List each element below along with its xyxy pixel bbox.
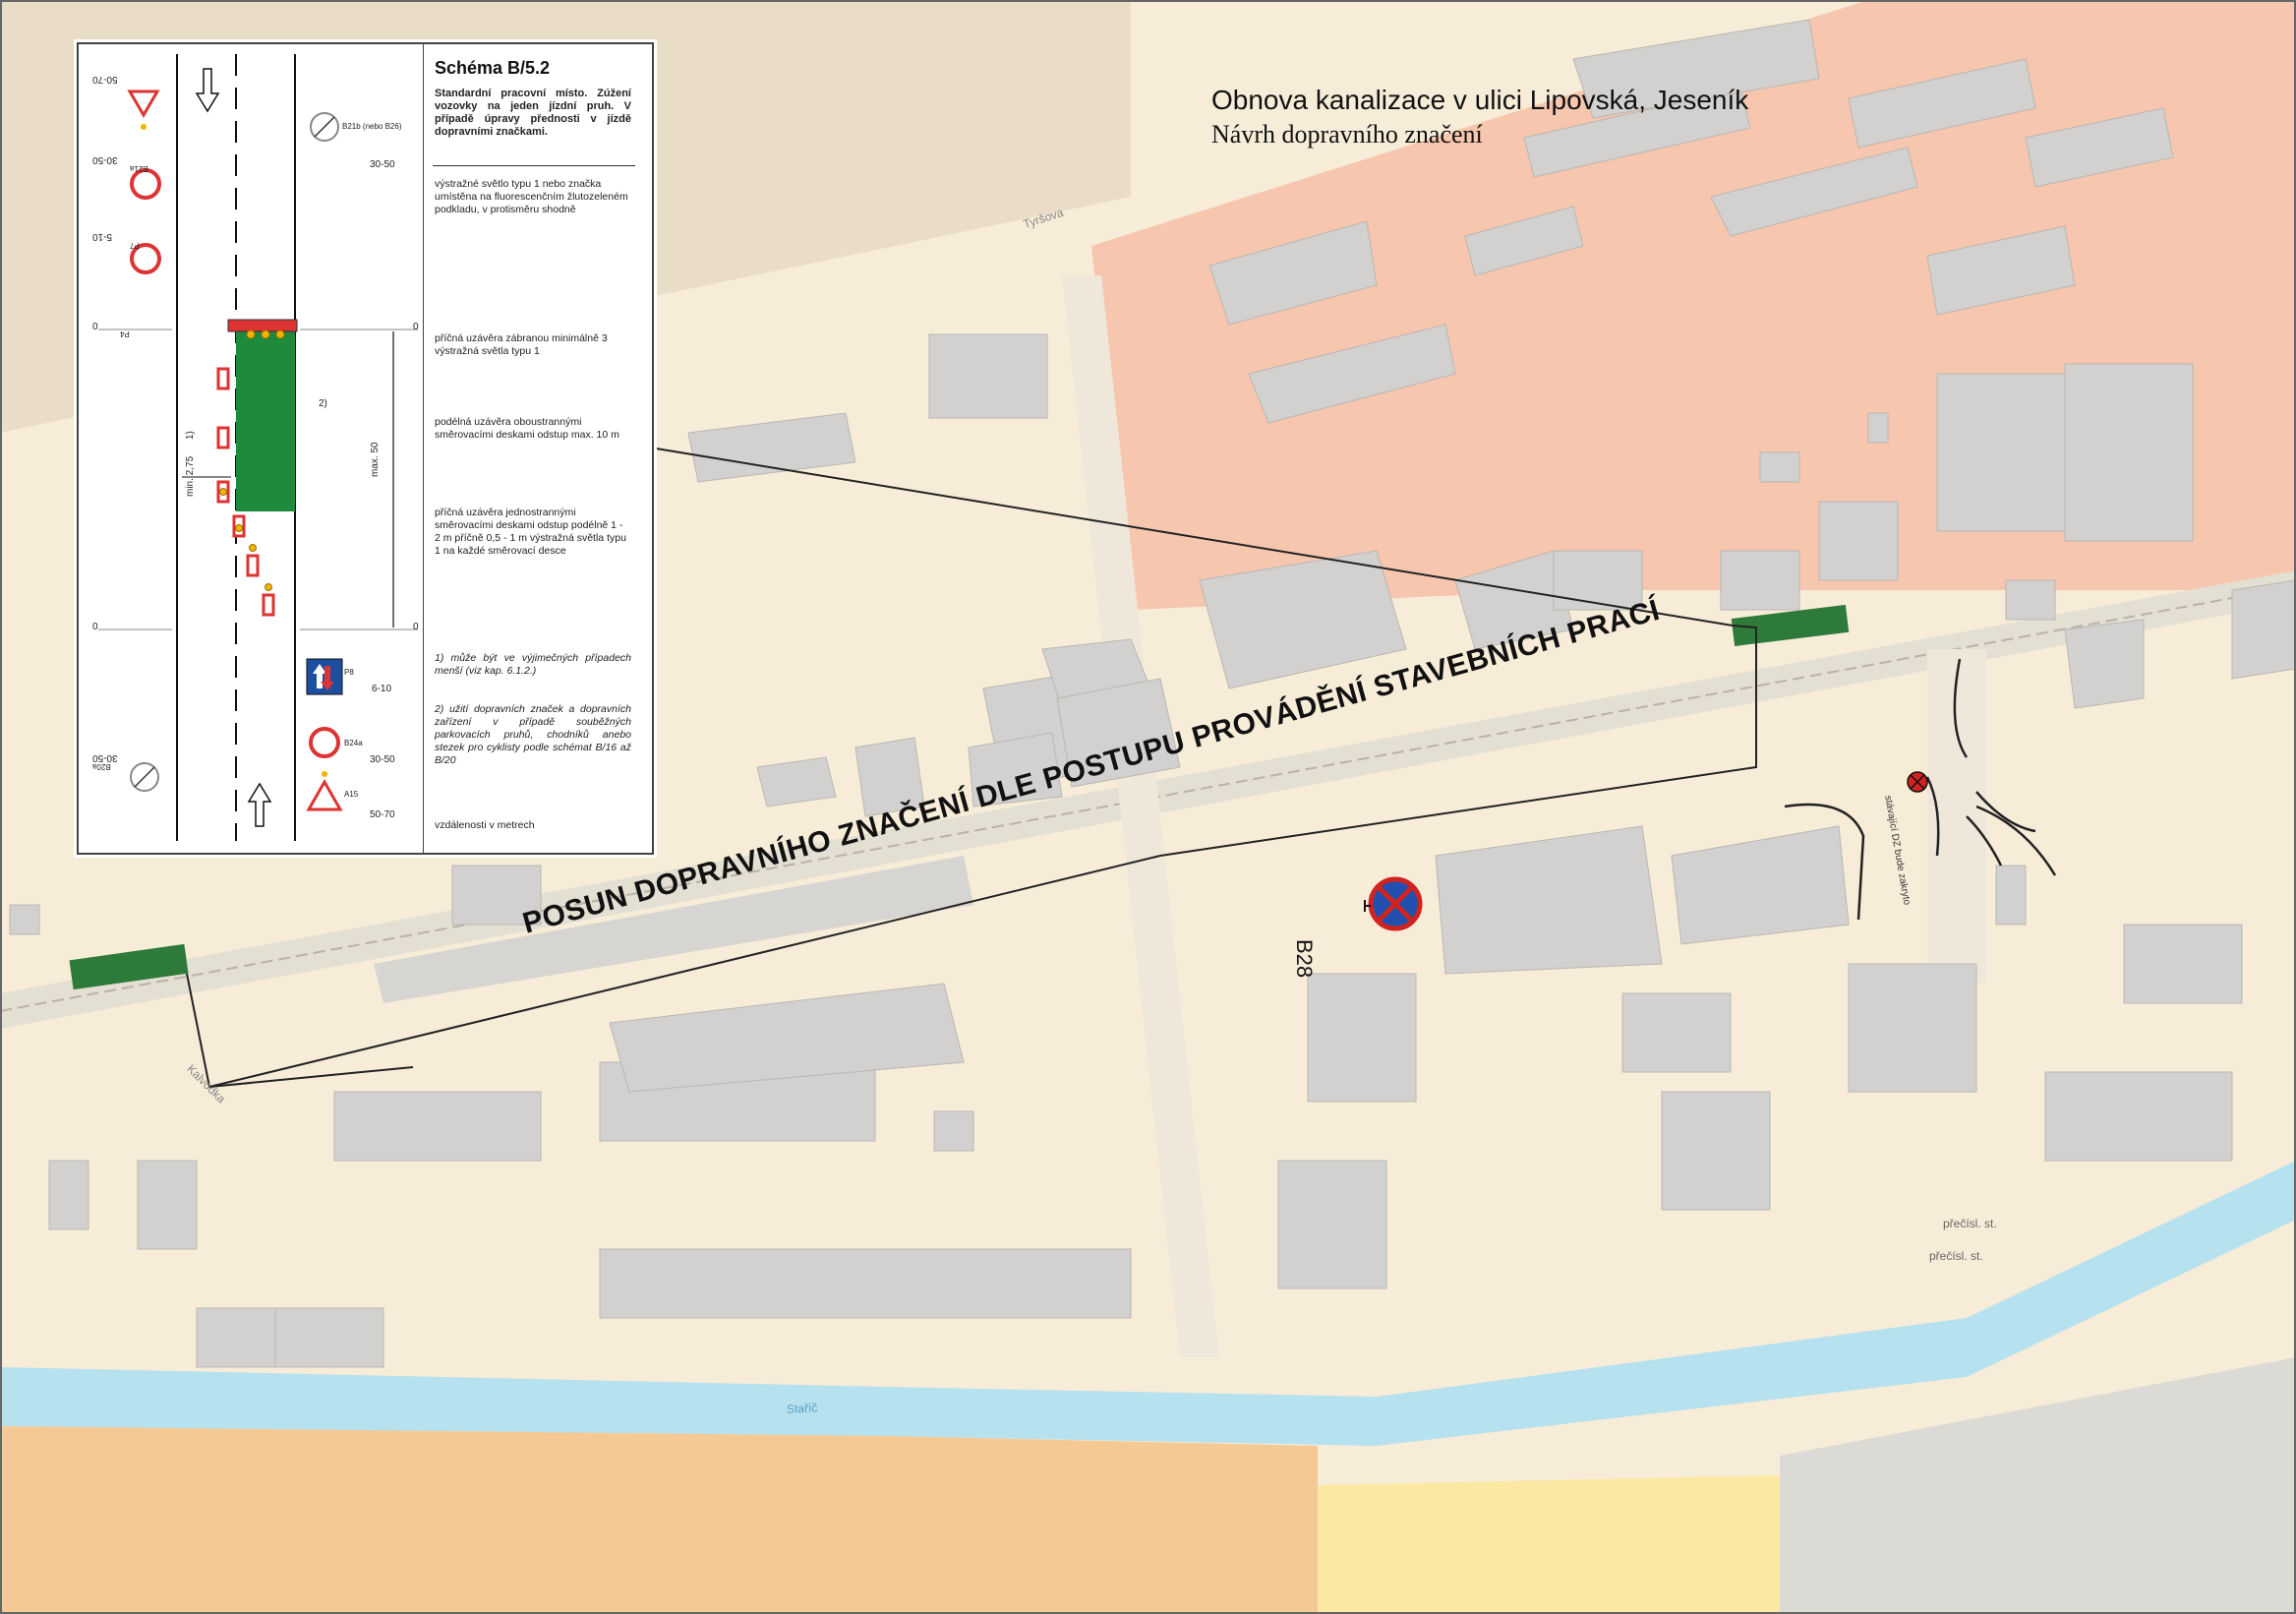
label-b21a: B21a (130, 164, 148, 173)
zero-left-bottom: 0 (92, 622, 98, 632)
schema-inset: Schéma B/5.2 Standardní pracovní místo. … (77, 42, 654, 855)
project-subtitle: Návrh dopravního značení (1211, 120, 1483, 149)
schema-note-longitudinal: podélná uzávěra oboustrannými směrovacím… (435, 416, 619, 441)
parcel-label-2: přečísl. st. (1929, 1249, 1983, 1263)
min-275: min. 2,75 (185, 455, 196, 497)
sign-code-label: B28 (1292, 939, 1317, 979)
schema-title: Schéma B/5.2 (435, 58, 551, 78)
direction-arrow-icon (195, 68, 220, 113)
schema-note-cross-barrier: příčná uzávěra zábranou minimálně 3 výst… (435, 332, 608, 357)
schema-divider (423, 44, 424, 853)
schema-subtitle: Standardní pracovní místo. Zúžení vozovk… (435, 88, 631, 138)
title-block: Obnova kanalizace v ulici Lipovská, Jese… (1211, 85, 1748, 149)
dist-b21b: 30-50 (370, 159, 395, 170)
lower-yellow-area (1318, 1475, 1780, 1614)
label-b21b: B21b (nebo B26) (342, 122, 402, 131)
dist-p8: 6-10 (372, 684, 392, 694)
label-b24a: B24a (344, 739, 363, 747)
schema-units-note: vzdálenosti v metrech (435, 819, 535, 831)
dist-left-b21a: 30-50 (92, 154, 118, 165)
schema-footnote-2: 2) užití dopravních značek a dopravních … (435, 703, 631, 766)
dist-left-p7: 5-10 (92, 231, 113, 242)
footnote-ref-1: 1) (185, 431, 196, 440)
zero-right-top: 0 (413, 322, 419, 332)
label-p8: P8 (344, 668, 354, 677)
dist-a15: 50-70 (370, 809, 395, 820)
narrowing-restriction-sign-icon (309, 727, 340, 758)
roadworks-sign-icon (306, 778, 343, 811)
dist-left-top: 50-70 (92, 74, 118, 85)
no-overtaking-sign-icon (130, 168, 161, 200)
zero-left-top: 0 (92, 322, 98, 332)
label-p7: P7 (130, 241, 140, 250)
parcel-label-1: přečísl. st. (1943, 1217, 1997, 1230)
max-50: max. 50 (370, 442, 381, 477)
schema-footnote-1: 1) může být ve výjimečných případech men… (435, 652, 631, 677)
dist-b24a: 30-50 (370, 754, 395, 765)
project-title: Obnova kanalizace v ulici Lipovská, Jese… (1211, 85, 1749, 115)
label-b20a: B20a (92, 762, 111, 771)
zero-right-bottom: 0 (413, 622, 419, 632)
label-a15: A15 (344, 790, 359, 799)
schema-rule (433, 165, 635, 166)
label-p4: P4 (120, 329, 130, 338)
side-road-right (1927, 649, 1986, 984)
schema-work-zone (236, 329, 295, 511)
direction-arrow-icon (247, 782, 272, 827)
river-label: Staříč (786, 1401, 818, 1416)
schema-note-light: výstražné světlo typu 1 nebo značka umís… (435, 178, 628, 215)
lower-left-orange-area (0, 1426, 1318, 1614)
schema-note-cross-single: příčná uzávěra jednostrannými směrovacím… (435, 507, 626, 557)
footnote-ref-2: 2) (319, 398, 327, 409)
give-way-sign-icon (127, 90, 160, 118)
